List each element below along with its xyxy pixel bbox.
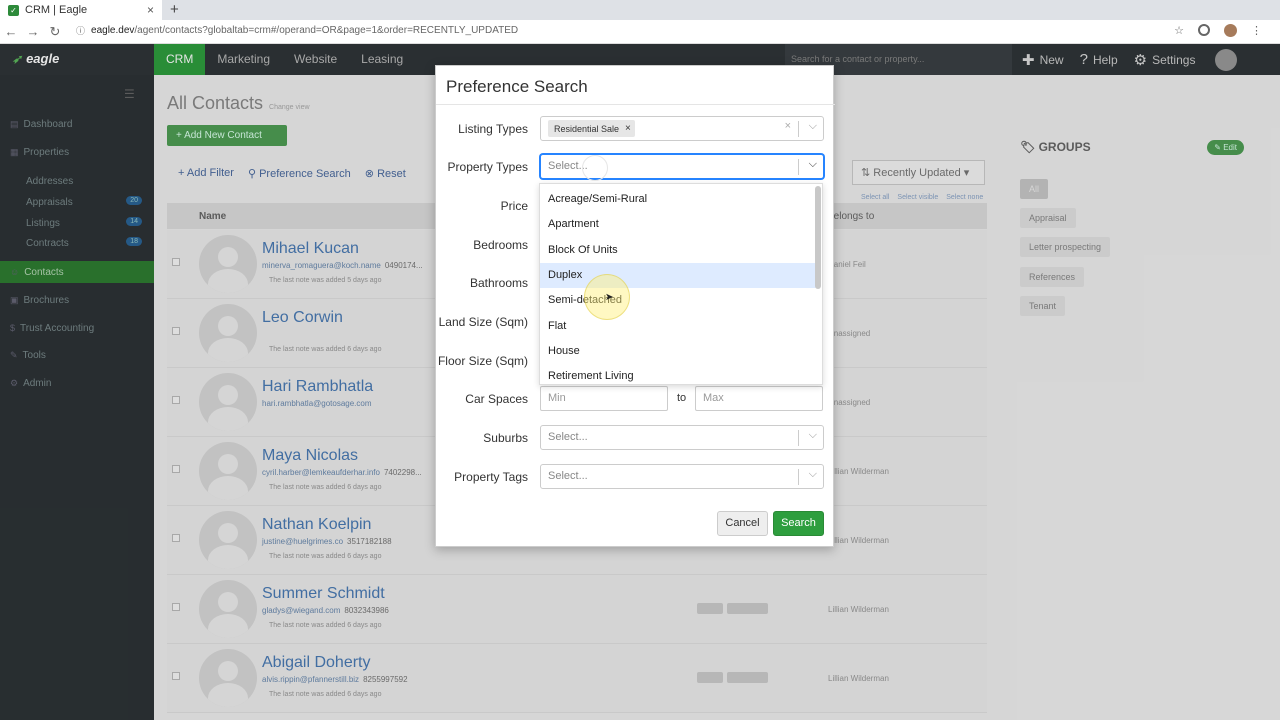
suburbs-select[interactable]: Select... ⌵ [540,425,824,450]
new-tab-icon[interactable]: + [170,1,179,18]
browser-tabstrip: ✓ CRM | Eagle × + [0,0,1280,20]
remove-chip-icon[interactable]: × [625,123,631,134]
separator [798,121,799,137]
browser-tab[interactable]: ✓ CRM | Eagle × [0,0,162,20]
profile-avatar[interactable] [1224,24,1237,37]
forward-icon[interactable]: → [22,24,44,39]
option-retirement-living[interactable]: Retirement Living [540,364,816,384]
more-icon[interactable]: ⋮ [1251,24,1262,37]
chip-label: Residential Sale [554,123,620,134]
option-block-of-units[interactable]: Block Of Units [540,238,816,263]
tags-placeholder: Select... [548,470,588,482]
floor-size-label: Floor Size (Sqm) [437,354,528,368]
suburbs-placeholder: Select... [548,431,588,443]
modal-title: Preference Search [446,77,588,96]
property-types-label: Property Types [447,160,528,174]
dropdown-scrollbar[interactable] [815,186,821,289]
url-field[interactable]: ⓘ eagle.dev/agent/contacts?globaltab=crm… [76,24,518,37]
option-flat[interactable]: Flat [540,314,816,339]
property-tags-select[interactable]: Select... ⌵ [540,464,824,489]
option-semi-detached[interactable]: Semi-detached [540,288,816,313]
info-icon[interactable]: ⓘ [76,24,85,37]
separator [798,430,799,446]
listing-type-chip: Residential Sale × [548,120,635,137]
address-bar: ← → ↻ ⓘ eagle.dev/agent/contacts?globalt… [0,20,1280,44]
bedrooms-label: Bedrooms [473,238,528,252]
chevron-down-icon[interactable]: ⌵ [809,468,817,481]
land-size-label: Land Size (Sqm) [438,315,528,329]
option-duplex[interactable]: Duplex [540,263,816,288]
chevron-down-icon[interactable]: ⌵ [809,120,817,133]
tab-title: CRM | Eagle [25,4,88,16]
option-apartment[interactable]: Apartment [540,212,816,237]
to-label: to [677,392,687,404]
separator [798,159,799,175]
price-label: Price [500,199,528,213]
chevron-down-icon[interactable]: ⌵ [809,429,817,442]
url-host: eagle.dev [91,25,135,36]
listing-types-label: Listing Types [458,122,528,136]
option-acreage[interactable]: Acreage/Semi-Rural [540,187,816,212]
car-spaces-label: Car Spaces [465,392,528,406]
reload-icon[interactable]: ↻ [44,24,66,40]
separator [798,469,799,485]
extension-icon[interactable] [1198,24,1210,36]
property-tags-label: Property Tags [454,470,528,484]
mouse-cursor-icon: ➤ [605,292,614,303]
back-icon[interactable]: ← [0,24,22,39]
favicon-icon: ✓ [8,4,19,16]
chevron-down-icon[interactable]: ⌵ [809,158,817,171]
url-path: /agent/contacts?globaltab=crm#/operand=O… [134,25,519,36]
loading-spinner [582,155,608,181]
option-house[interactable]: House [540,339,816,364]
property-types-menu: Acreage/Semi-Rural Apartment Block Of Un… [539,183,823,385]
cancel-button[interactable]: Cancel [717,511,768,536]
close-tab-icon[interactable]: × [147,3,154,17]
car-spaces-min[interactable]: Min [540,386,668,411]
star-icon[interactable]: ☆ [1174,24,1184,37]
listing-types-select[interactable]: Residential Sale × × ⌵ [540,116,824,141]
car-spaces-max[interactable]: Max [695,386,823,411]
search-button[interactable]: Search [773,511,824,536]
bathrooms-label: Bathrooms [469,276,528,290]
clear-icon[interactable]: × [785,120,791,132]
suburbs-label: Suburbs [483,431,528,445]
